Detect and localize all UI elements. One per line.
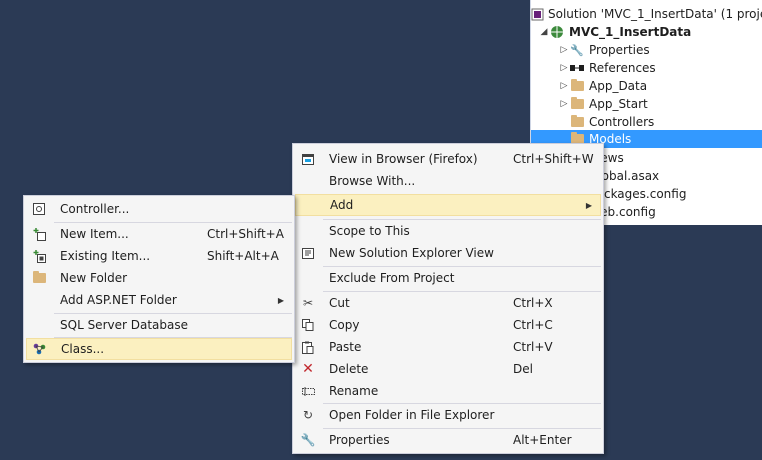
menu-item-view-in-browser[interactable]: View in Browser (Firefox) Ctrl+Shift+W (295, 148, 601, 170)
menu-item-add[interactable]: Add ▶ (295, 194, 601, 216)
collapsed-arrow-icon[interactable]: ▷ (559, 45, 569, 55)
menu-label: New Solution Explorer View (329, 246, 494, 260)
tree-item-label: Properties (589, 43, 650, 57)
menu-label: Cut (329, 296, 350, 310)
menu-label: Rename (329, 384, 379, 398)
new-folder-icon (26, 271, 52, 283)
menu-label: Exclude From Project (329, 271, 455, 285)
context-menu: View in Browser (Firefox) Ctrl+Shift+W B… (292, 143, 604, 454)
class-icon (27, 343, 53, 355)
menu-item-copy[interactable]: Copy Ctrl+C (295, 314, 601, 336)
tree-item-label: App_Data (589, 79, 648, 93)
submenu-arrow-icon: ▶ (585, 200, 592, 210)
menu-item-existing-item[interactable]: Existing Item... Shift+Alt+A (26, 245, 292, 267)
menu-label: Paste (329, 340, 362, 354)
folder-icon (569, 79, 585, 93)
tree-solution-label: Solution 'MVC_1_InsertData' (1 project) (548, 7, 762, 21)
menu-label: Add (330, 198, 354, 212)
menu-label: Open Folder in File Explorer (329, 408, 495, 422)
menu-item-class[interactable]: Class... (26, 338, 292, 360)
tree-project-label: MVC_1_InsertData (569, 25, 692, 39)
menu-label: Controller... (60, 202, 130, 216)
tree-solution[interactable]: Solution 'MVC_1_InsertData' (1 project) (531, 5, 762, 23)
menu-item-scope-to-this[interactable]: Scope to This (295, 220, 601, 242)
wrench-icon: 🔧 (300, 433, 316, 447)
menu-item-new-folder[interactable]: New Folder (26, 267, 292, 289)
menu-shortcut: Ctrl+V (513, 340, 553, 354)
menu-item-exclude-from-project[interactable]: Exclude From Project (295, 267, 601, 289)
menu-label: SQL Server Database (60, 318, 188, 332)
menu-item-new-solution-explorer-view[interactable]: New Solution Explorer View (295, 242, 601, 264)
menu-shortcut: Alt+Enter (513, 433, 572, 447)
menu-shortcut: Del (513, 362, 533, 376)
menu-label: Scope to This (329, 224, 410, 238)
menu-label: Existing Item... (60, 249, 151, 263)
menu-shortcut: Ctrl+Shift+W (513, 152, 594, 166)
tree-item-label: App_Start (589, 97, 648, 111)
wrench-icon: 🔧 (570, 43, 584, 57)
web-project-icon (549, 25, 565, 39)
menu-shortcut: Ctrl+X (513, 296, 553, 310)
delete-x-icon: ✕ (302, 361, 314, 377)
tree-item-controllers[interactable]: Controllers (531, 113, 762, 131)
solution-explorer-view-icon (295, 247, 321, 259)
rename-icon (295, 386, 321, 397)
collapsed-arrow-icon[interactable]: ▷ (559, 99, 569, 109)
folder-icon (569, 97, 585, 111)
menu-label: Add ASP.NET Folder (60, 293, 177, 307)
tree-item-app-start[interactable]: ▷ App_Start (531, 95, 762, 113)
new-item-icon (26, 227, 52, 241)
menu-item-cut[interactable]: ✂ Cut Ctrl+X (295, 292, 601, 314)
existing-item-icon (26, 249, 52, 263)
submenu-arrow-icon: ▶ (277, 295, 284, 305)
menu-shortcut: Ctrl+C (513, 318, 553, 332)
menu-item-sql-server-database[interactable]: SQL Server Database (26, 314, 292, 336)
refresh-arrow-icon: ↻ (302, 408, 314, 422)
menu-item-new-item[interactable]: New Item... Ctrl+Shift+A (26, 223, 292, 245)
collapsed-arrow-icon[interactable]: ▷ (559, 81, 569, 91)
menu-item-paste[interactable]: Paste Ctrl+V (295, 336, 601, 358)
add-submenu: Controller... New Item... Ctrl+Shift+A E… (23, 195, 295, 363)
menu-item-open-folder[interactable]: ↻ Open Folder in File Explorer (295, 404, 601, 426)
menu-label: Browse With... (329, 174, 416, 188)
menu-item-properties[interactable]: 🔧 Properties Alt+Enter (295, 429, 601, 451)
tree-item-label: References (589, 61, 656, 75)
browser-icon (295, 153, 321, 165)
menu-item-controller[interactable]: Controller... (26, 198, 292, 220)
menu-label: New Folder (60, 271, 128, 285)
menu-label: Properties (329, 433, 390, 447)
menu-label: View in Browser (Firefox) (329, 152, 478, 166)
menu-label: Class... (61, 342, 105, 356)
menu-label: New Item... (60, 227, 129, 241)
menu-shortcut: Shift+Alt+A (207, 249, 279, 263)
copy-icon (295, 319, 321, 331)
menu-item-delete[interactable]: ✕ Delete Del (295, 358, 601, 380)
expanded-arrow-icon[interactable]: ◢ (539, 27, 549, 37)
solution-icon (531, 7, 544, 21)
tree-project[interactable]: ◢ MVC_1_InsertData (531, 23, 762, 41)
collapsed-arrow-icon[interactable]: ▷ (559, 63, 569, 73)
scissors-icon: ✂ (302, 296, 314, 310)
tree-item-label: Controllers (589, 115, 655, 129)
references-icon (569, 61, 585, 75)
menu-item-add-aspnet-folder[interactable]: Add ASP.NET Folder ▶ (26, 289, 292, 311)
menu-label: Copy (329, 318, 360, 332)
menu-label: Delete (329, 362, 369, 376)
controller-icon (26, 203, 52, 215)
menu-shortcut: Ctrl+Shift+A (207, 227, 284, 241)
tree-item-properties[interactable]: ▷ 🔧 Properties (531, 41, 762, 59)
tree-item-references[interactable]: ▷ References (531, 59, 762, 77)
menu-item-rename[interactable]: Rename (295, 380, 601, 402)
tree-item-app-data[interactable]: ▷ App_Data (531, 77, 762, 95)
folder-icon (569, 115, 585, 129)
menu-item-browse-with[interactable]: Browse With... (295, 170, 601, 192)
paste-icon (295, 341, 321, 354)
